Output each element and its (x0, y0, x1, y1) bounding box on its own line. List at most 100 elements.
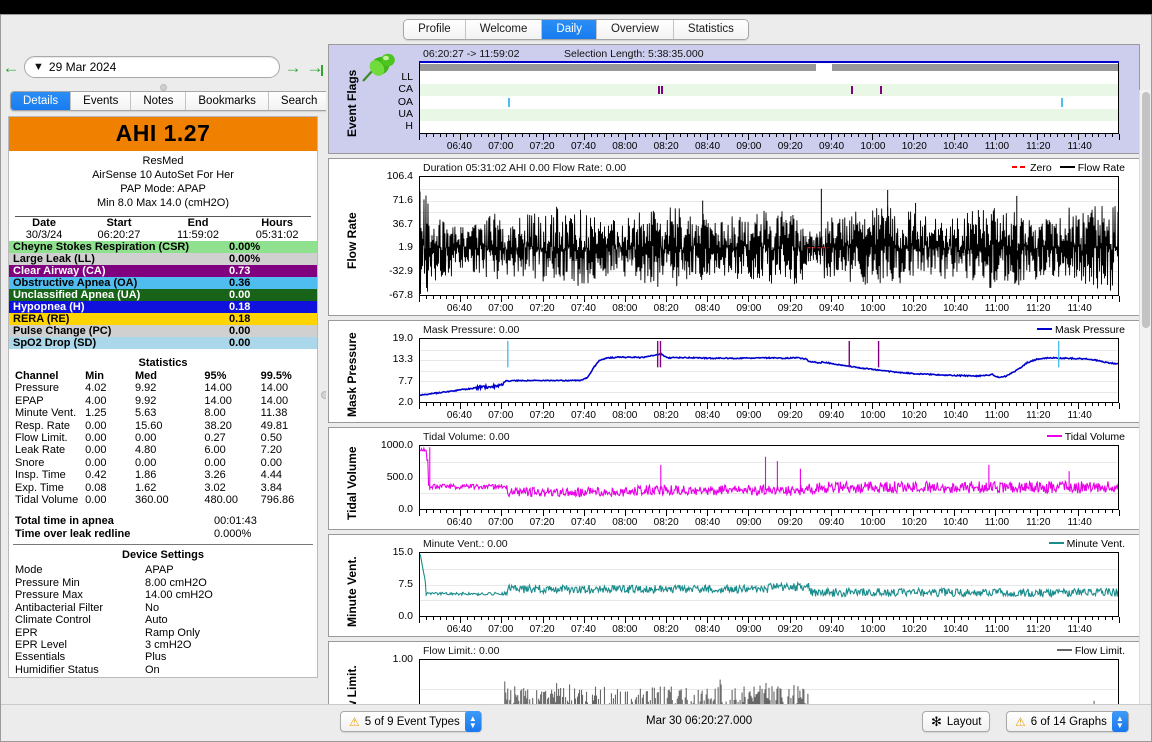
statistics-cell: 14.00 (204, 394, 232, 407)
waveform-flow-rate (420, 188, 1118, 295)
x-axis-label: 08:20 (653, 410, 679, 421)
graph-legend: Minute Vent. (1048, 538, 1133, 550)
statistics-row: Leak Rate 0.00 4.80 6.00 7.20 (9, 444, 317, 456)
flags-plot[interactable] (419, 63, 1119, 134)
x-axis-tick (1016, 134, 1018, 137)
x-axis-tick (569, 403, 571, 406)
plot-area-tidal-volume[interactable] (419, 445, 1119, 510)
details-card: AHI 1.27 ResMed AirSense 10 AutoSet For … (8, 116, 318, 678)
graph-minute-vent[interactable]: Minute Vent. Minute Vent.: 0.00 Minute Ven… (328, 534, 1140, 637)
last-day-arrow-icon[interactable]: → (304, 59, 326, 76)
x-axis-tick (679, 296, 681, 299)
x-axis-tick (775, 296, 777, 299)
subtab-details[interactable]: Details (11, 92, 72, 110)
tab-profile[interactable]: Profile (404, 19, 466, 39)
x-axis-tick (906, 134, 908, 137)
waveform-mask-pressure (420, 340, 1118, 396)
graph-tidal-volume[interactable]: Tidal Volume Tidal Volume: 0.00 Tidal Volu… (328, 427, 1140, 530)
device-setting-key: Pressure Min (15, 576, 80, 589)
x-axis-tick (679, 403, 681, 406)
plot-area-minute-vent[interactable] (419, 552, 1119, 617)
event-index-row: Hypopnea (H) 0.18 (9, 301, 317, 313)
device-model: AirSense 10 AutoSet For Her (92, 169, 234, 181)
x-axis-tick (549, 617, 551, 620)
statistics-cell: Resp. Rate (15, 419, 71, 432)
x-axis-tick (1016, 296, 1018, 299)
graphs-scrollbar-thumb[interactable] (1141, 92, 1150, 328)
x-axis-tick (1002, 296, 1004, 299)
x-axis-label: 11:20 (1026, 624, 1051, 635)
statistics-cell: 15.60 (134, 419, 163, 432)
x-axis-tick (865, 403, 867, 406)
subtab-bookmarks[interactable]: Bookmarks (186, 92, 269, 110)
next-day-arrow-icon[interactable]: → (282, 59, 304, 76)
x-axis-label: 09:00 (736, 624, 762, 635)
y-axis-tick-label: 2.0 (398, 396, 413, 408)
x-axis-tick (638, 134, 640, 137)
x-axis-tick (775, 617, 777, 620)
x-axis-tick (1022, 134, 1024, 137)
device-setting-row: Climate Control Auto (9, 614, 317, 626)
x-axis-tick (672, 296, 674, 299)
tab-overview[interactable]: Overview (596, 19, 674, 39)
x-axis-tick (638, 296, 640, 299)
tab-daily[interactable]: Daily (542, 19, 597, 39)
x-axis-tick (720, 617, 722, 620)
x-axis-label: 09:20 (777, 410, 803, 421)
tab-statistics[interactable]: Statistics (673, 19, 748, 39)
pushpin-icon[interactable] (357, 49, 399, 92)
device-setting-key: Climate Control (15, 614, 91, 627)
graph-legend: Flow Limit. (1056, 645, 1133, 657)
tab-welcome[interactable]: Welcome (465, 19, 543, 39)
graph-subtitle: Selection Length: 5:38:35.000 (564, 48, 704, 60)
event-types-stepper-icon[interactable]: ▲ ▼ (464, 711, 481, 732)
x-axis-tick (741, 296, 743, 299)
x-axis-label: 09:40 (819, 303, 845, 314)
layout-button[interactable]: ✻ Layout (922, 711, 991, 732)
x-axis-tick (748, 134, 750, 140)
event-index-label: SpO2 Drop (SD) (13, 337, 97, 349)
x-axis-label: 07:40 (570, 624, 596, 635)
x-axis-tick (1050, 403, 1052, 406)
statistics-cell: 3.84 (260, 481, 283, 494)
graphs-selector[interactable]: ⚠ 6 of 14 Graphs ▲ ▼ (1006, 711, 1129, 732)
graph-mask-pressure[interactable]: Mask Pressure Mask Pressure: 0.00 Mask Pre… (328, 320, 1140, 423)
x-axis-tick (940, 134, 942, 137)
x-axis-tick (1002, 403, 1004, 406)
session-header-cell: Start (106, 217, 132, 229)
previous-day-arrow-icon[interactable]: ← (0, 59, 22, 76)
date-value: 29 Mar 2024 (48, 60, 117, 74)
device-setting-value: 3 cmH2O (145, 638, 192, 651)
session-bar (420, 64, 817, 71)
x-axis-tick (487, 510, 489, 513)
x-axis-tick (1077, 403, 1079, 409)
statistics-cell: 4.80 (134, 444, 157, 457)
graphs-scrollbar[interactable] (1139, 90, 1150, 742)
x-axis-label: 08:40 (694, 303, 721, 314)
x-axis-tick (494, 403, 496, 406)
graph-flow-rate[interactable]: Flow Rate Duration 05:31:02 AHI 0.00 Flow… (328, 158, 1140, 316)
x-axis-tick (645, 617, 647, 620)
y-axis-tick-label: 1.9 (398, 241, 413, 254)
date-picker-field[interactable]: ▼ 29 Mar 2024 (24, 56, 280, 78)
x-axis-tick (720, 296, 722, 299)
x-axis-tick (1077, 296, 1079, 302)
pane-resize-handle[interactable] (160, 84, 167, 91)
graph-title: Minute Vent.: 0.00 (423, 538, 508, 550)
graphs-stepper-icon[interactable]: ▲ ▼ (1111, 711, 1128, 732)
subtab-events[interactable]: Events (71, 92, 132, 110)
y-axis-label: Mask Pressure (345, 331, 359, 417)
event-types-selector[interactable]: ⚠ 5 of 9 Event Types ▲ ▼ (340, 711, 482, 732)
x-axis-label: 11:20 (1026, 517, 1051, 528)
plot-area-mask-pressure[interactable] (419, 338, 1119, 403)
x-axis-tick (837, 617, 839, 620)
plot-area-flow-rate[interactable] (419, 176, 1119, 296)
x-axis-tick (899, 296, 901, 299)
subtab-search[interactable]: Search (268, 92, 330, 110)
graph-event-flags[interactable]: Event Flags 06:20:27 -> 11:59:02 Selection… (328, 44, 1140, 154)
x-axis-tick (1029, 134, 1031, 137)
subtab-notes[interactable]: Notes (131, 92, 187, 110)
x-axis-tick (1084, 510, 1086, 513)
x-axis-tick (741, 617, 743, 620)
y-axis-tick-label: 500.0 (386, 471, 413, 483)
